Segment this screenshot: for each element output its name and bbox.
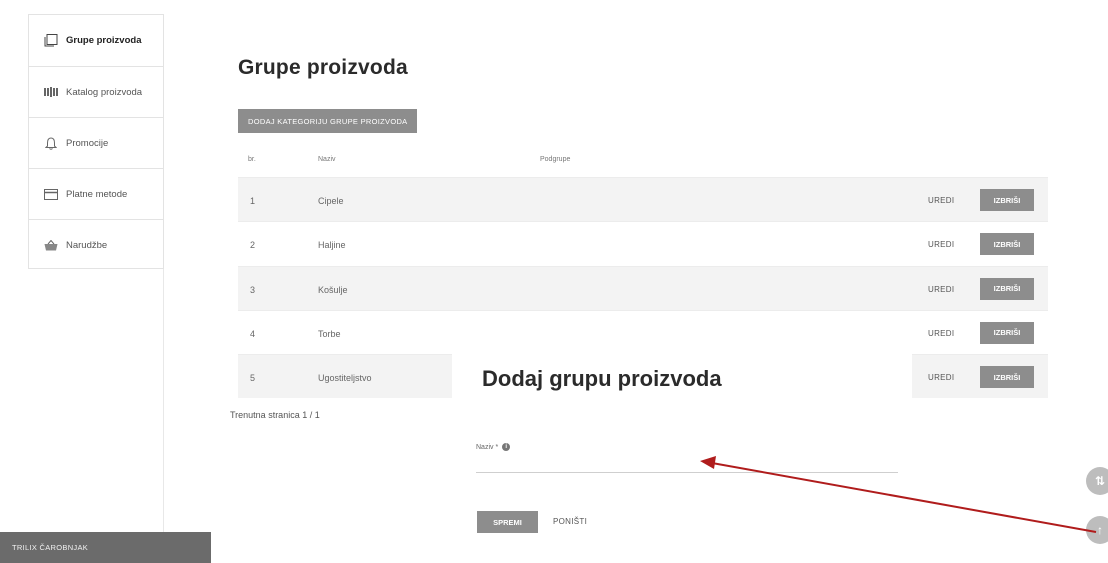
row-name: Haljine [318, 240, 346, 251]
sidebar-item-label: Platne metode [66, 188, 128, 200]
sidebar-item-narudzbe[interactable]: Narudžbe [29, 220, 163, 271]
bell-icon [43, 136, 58, 150]
delete-button[interactable]: IZBRIŠI [980, 189, 1034, 211]
table-header: br. Naziv Podgrupe [238, 156, 1048, 176]
table-row: 4 Torbe UREDI IZBRIŠI [238, 309, 1048, 354]
row-number: 3 [250, 284, 256, 295]
page-indicator: Trenutna stranica 1 / 1 [230, 410, 320, 420]
edit-button[interactable]: UREDI [928, 373, 954, 382]
delete-button[interactable]: IZBRIŠI [980, 321, 1034, 344]
name-field-label: Naziv * i [476, 443, 511, 451]
edit-button[interactable]: UREDI [928, 285, 954, 294]
row-number: 5 [250, 373, 256, 384]
edit-button[interactable]: UREDI [928, 240, 954, 249]
sidebar-item-katalog-proizvoda[interactable]: Katalog proizvoda [29, 67, 163, 118]
table-row: 3 Košulje UREDI IZBRIŠI [238, 265, 1048, 310]
basket-icon [43, 239, 58, 252]
catalog-bars-icon [43, 86, 58, 99]
square-outline-icon [43, 34, 58, 47]
add-group-dialog: Dodaj grupu proizvoda Naziv * i SPREMI P… [452, 351, 912, 563]
sidebar-item-label: Grupe proizvoda [66, 35, 142, 46]
row-name: Cipele [318, 196, 344, 206]
sort-toggle-icon[interactable]: ⇅ [1086, 467, 1108, 495]
sidebar-item-label: Promocije [66, 137, 109, 149]
credit-card-icon [43, 188, 58, 201]
dialog-title: Dodaj grupu proizvoda [482, 366, 722, 391]
sidebar-item-platne-metode[interactable]: Platne metode [29, 169, 163, 220]
sidebar-item-promocije[interactable]: Promocije [29, 118, 163, 169]
name-label-text: Naziv * [476, 443, 499, 451]
name-field[interactable] [476, 455, 898, 473]
row-number: 4 [250, 328, 256, 339]
sidebar-item-label: Katalog proizvoda [66, 86, 143, 98]
save-button[interactable]: SPREMI [477, 511, 538, 533]
table-row: 2 Haljine UREDI IZBRIŠI [238, 221, 1048, 265]
cancel-button[interactable]: PONIŠTI [553, 517, 587, 526]
delete-button[interactable]: IZBRIŠI [980, 366, 1034, 389]
add-category-button[interactable]: DODAJ KATEGORIJU GRUPE PROIZVODA [238, 109, 418, 133]
row-name: Torbe [318, 328, 341, 339]
row-name: Košulje [318, 284, 348, 295]
info-icon[interactable]: i [502, 443, 511, 451]
column-header-name: Naziv [318, 156, 336, 163]
column-header-subgroups: Podgrupe [540, 156, 571, 163]
sidebar: Grupe proizvoda Katalog proizvoda Promoc… [28, 14, 164, 269]
row-number: 2 [250, 240, 256, 251]
wizard-bar[interactable]: TRILIX ČAROBNJAK [0, 532, 211, 563]
scroll-top-icon[interactable]: ↑ [1086, 516, 1108, 544]
delete-button[interactable]: IZBRIŠI [980, 277, 1034, 300]
row-number: 1 [250, 196, 256, 206]
sidebar-item-label: Narudžbe [66, 240, 108, 251]
delete-button[interactable]: IZBRIŠI [980, 233, 1034, 256]
column-header-number: br. [248, 156, 256, 163]
table-row: 1 Cipele UREDI IZBRIŠI [238, 177, 1048, 222]
edit-button[interactable]: UREDI [928, 196, 954, 205]
edit-button[interactable]: UREDI [928, 329, 954, 338]
page-title: Grupe proizvoda [238, 56, 408, 79]
row-name: Ugostiteljstvo [318, 373, 372, 384]
sidebar-item-grupe-proizvoda[interactable]: Grupe proizvoda [29, 15, 163, 67]
